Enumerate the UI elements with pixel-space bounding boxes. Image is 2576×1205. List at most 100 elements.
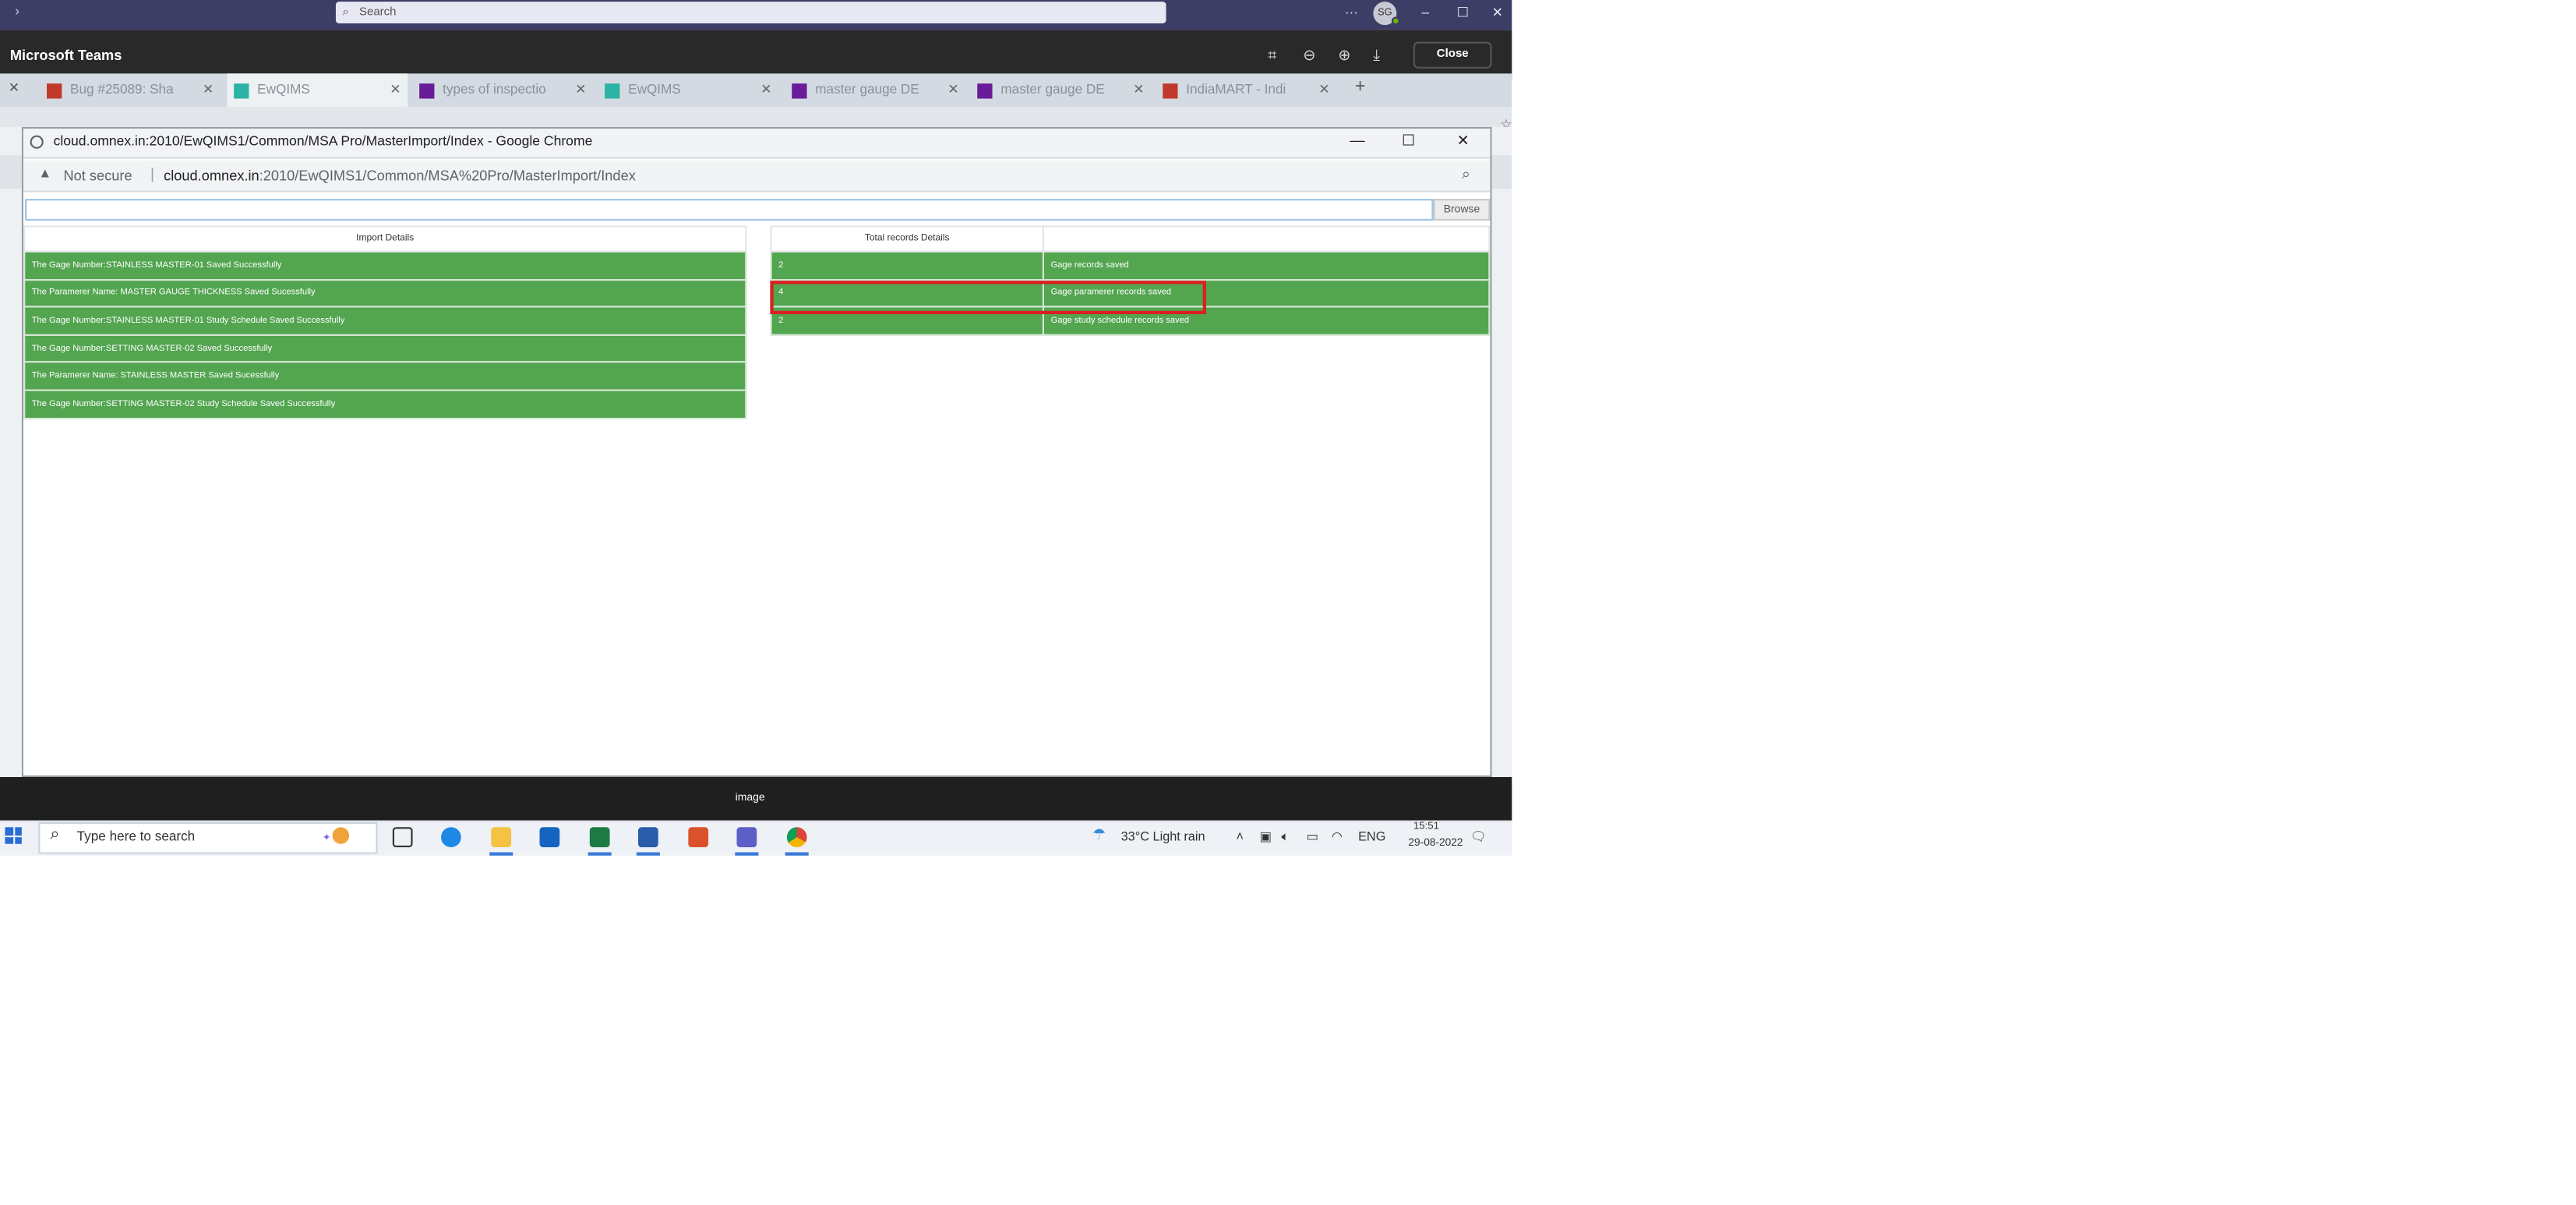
teams-search-placeholder: Search: [358, 6, 397, 19]
browser-tab[interactable]: Bug #25089: Sha ✕: [40, 73, 221, 107]
zoom-out-icon[interactable]: ⊖: [1303, 47, 1315, 65]
browser-tab[interactable]: EwQIMS ✕: [227, 73, 408, 108]
import-detail-cell: The Gage Number:SETTING MASTER-02 Saved …: [23, 334, 747, 364]
weather-text[interactable]: 33°C Light rain: [1121, 829, 1205, 843]
table-row: 2 Gage records saved: [770, 250, 1491, 281]
browse-button[interactable]: Browse: [1433, 199, 1491, 221]
tab-label: master gauge DE: [1000, 82, 1105, 97]
not-secure-label[interactable]: Not secure: [63, 167, 132, 183]
tab-close-icon[interactable]: ✕: [9, 80, 19, 95]
tab-label: Bug #25089: Sha: [70, 82, 174, 97]
popup-maximize-icon[interactable]: ☐: [1402, 132, 1415, 150]
file-path-input[interactable]: [25, 199, 1434, 221]
tab-favicon-icon: [977, 83, 993, 99]
viewer-title: Microsoft Teams: [9, 47, 122, 64]
import-detail-cell: The Paramerer Name: STAINLESS MASTER Sav…: [23, 361, 747, 391]
browser-tab[interactable]: types of inspectio ✕: [413, 73, 594, 107]
active-app-indicator: [735, 852, 759, 855]
new-tab-icon[interactable]: +: [1355, 73, 1366, 100]
search-highlight-icon[interactable]: ✦: [323, 824, 359, 849]
browser-tab[interactable]: master gauge DE ✕: [971, 73, 1152, 107]
tab-close-icon[interactable]: ✕: [947, 73, 958, 107]
tab-close-icon[interactable]: ✕: [1318, 73, 1329, 107]
teams-search-input[interactable]: ⌕ Search: [335, 2, 1166, 24]
tab-close-icon[interactable]: ✕: [760, 73, 771, 107]
globe-icon: [30, 135, 44, 149]
url-path: :2010/EwQIMS1/Common/MSA%20Pro/MasterImp…: [259, 167, 636, 184]
file-explorer-icon[interactable]: [491, 827, 512, 848]
mail-icon[interactable]: [539, 827, 560, 848]
active-app-indicator: [636, 852, 660, 855]
meet-now-icon[interactable]: ▣: [1260, 829, 1272, 843]
import-details-header: Import Details: [23, 225, 747, 253]
import-detail-cell: The Gage Number:SETTING MASTER-02 Study …: [23, 389, 747, 419]
more-options-icon[interactable]: ···: [1345, 5, 1358, 19]
edge-browser-icon[interactable]: [441, 827, 461, 848]
popup-close-icon[interactable]: ✕: [1457, 132, 1470, 150]
import-detail-cell: The Gage Number:STAINLESS MASTER-01 Stud…: [23, 306, 747, 336]
table-row: The Gage Number:STAINLESS MASTER-01 Stud…: [23, 306, 747, 336]
zoom-in-icon[interactable]: ⊕: [1338, 47, 1350, 65]
tab-close-icon[interactable]: ✕: [575, 73, 586, 107]
tab-favicon-icon: [792, 83, 807, 99]
excel-icon[interactable]: [589, 827, 610, 848]
acrobat-icon[interactable]: [688, 827, 709, 848]
clock-time[interactable]: 15:51: [1413, 821, 1439, 832]
search-icon: ⌕: [50, 825, 60, 844]
tab-label: EwQIMS: [628, 82, 681, 97]
language-indicator[interactable]: ENG: [1358, 829, 1385, 843]
annotation-highlight-box: [770, 281, 1206, 315]
task-view-icon[interactable]: [392, 827, 413, 848]
crop-icon[interactable]: ⌗: [1268, 47, 1276, 65]
tab-label: master gauge DE: [815, 82, 919, 97]
download-icon[interactable]: ⤓: [1373, 47, 1380, 65]
tab-close-icon[interactable]: ✕: [203, 73, 213, 107]
volume-icon[interactable]: 🔈︎: [1281, 829, 1289, 845]
popup-window-title: cloud.omnex.in:2010/EwQIMS1/Common/MSA P…: [53, 133, 593, 149]
minimize-icon[interactable]: –: [1422, 5, 1430, 19]
url-text[interactable]: cloud.omnex.in:2010/EwQIMS1/Common/MSA%2…: [164, 167, 636, 183]
close-viewer-button[interactable]: Close: [1413, 41, 1492, 69]
active-app-indicator: [785, 852, 809, 855]
taskbar-search-placeholder: Type here to search: [76, 829, 196, 844]
table-row: The Gage Number:SETTING MASTER-02 Saved …: [23, 334, 747, 364]
warning-icon[interactable]: ▲: [38, 165, 51, 180]
table-row: The Paramerer Name: MASTER GAUGE THICKNE…: [23, 278, 747, 308]
import-detail-cell: The Gage Number:STAINLESS MASTER-01 Save…: [23, 250, 747, 281]
tab-favicon-icon: [47, 83, 62, 99]
background-panel: [1491, 155, 1512, 189]
weather-icon: ☂: [1092, 825, 1106, 843]
tab-favicon-icon: [419, 83, 435, 99]
import-details-table: Import Details The Gage Number:STAINLESS…: [23, 225, 747, 419]
table-row: The Gage Number:SETTING MASTER-02 Study …: [23, 389, 747, 419]
presence-status-icon: [1391, 16, 1400, 26]
chevron-up-icon[interactable]: ˄: [1237, 829, 1244, 843]
zoom-icon[interactable]: ⌕: [1462, 165, 1470, 184]
maximize-icon[interactable]: ☐: [1457, 5, 1469, 19]
wifi-icon[interactable]: ◠: [1332, 829, 1343, 843]
teams-app-icon[interactable]: [736, 827, 757, 848]
word-icon[interactable]: [638, 827, 658, 848]
battery-icon[interactable]: ▭: [1307, 829, 1318, 843]
browser-tab[interactable]: EwQIMS ✕: [598, 73, 779, 107]
close-window-icon[interactable]: ✕: [1492, 5, 1503, 19]
url-host: cloud.omnex.in: [164, 167, 259, 184]
image-viewer-header: [0, 30, 1512, 80]
windows-start-icon[interactable]: [5, 827, 22, 844]
popup-minimize-icon[interactable]: —: [1350, 132, 1364, 148]
tab-favicon-icon: [1163, 83, 1178, 99]
address-separator: |: [150, 165, 154, 182]
popup-address-bar[interactable]: ▲ Not secure | cloud.omnex.in:2010/EwQIM…: [23, 160, 1491, 193]
browser-tab[interactable]: master gauge DE ✕: [785, 73, 966, 107]
clock-date[interactable]: 29-08-2022: [1408, 837, 1463, 849]
chrome-icon[interactable]: [786, 827, 807, 848]
tab-close-icon[interactable]: ✕: [1133, 73, 1144, 107]
tab-close-icon[interactable]: ✕: [390, 73, 401, 107]
chevron-right-icon[interactable]: ›: [15, 3, 19, 18]
tab-label: EwQIMS: [257, 82, 310, 97]
tab-favicon-icon: [605, 83, 620, 99]
notifications-icon[interactable]: 🗨︎: [1470, 829, 1487, 843]
browser-tab[interactable]: IndiaMART - Indi ✕: [1156, 73, 1337, 107]
record-count-cell: 2: [770, 250, 1044, 281]
tab-favicon-icon: [234, 83, 249, 99]
